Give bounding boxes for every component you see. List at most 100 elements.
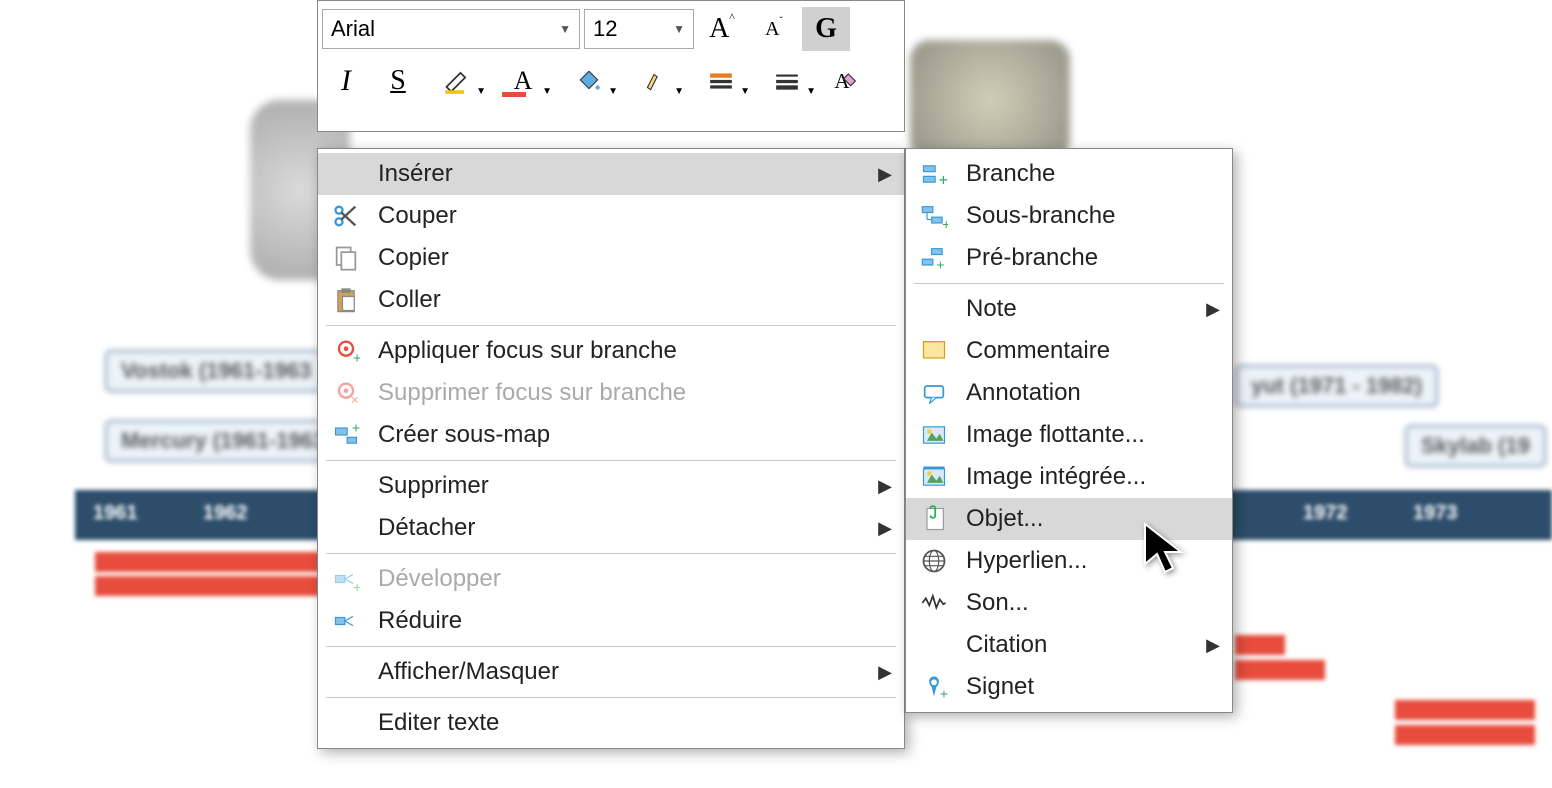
- font-size-value: 12: [593, 16, 617, 42]
- bookmark-icon: +: [914, 669, 954, 705]
- submenu-item-sous-branche[interactable]: + Sous-branche: [906, 195, 1232, 237]
- context-menu-separator: [326, 553, 896, 554]
- chevron-down-icon: ▼: [674, 86, 684, 97]
- menu-item-label: Branche: [966, 160, 1220, 188]
- context-menu-item-cr-er-sous-map[interactable]: + Créer sous-map: [318, 414, 904, 456]
- context-menu-item-ins-rer[interactable]: Insérer▶: [318, 153, 904, 195]
- blank-icon: [326, 654, 366, 690]
- svg-text:+: +: [352, 421, 360, 436]
- context-menu-item-supprimer[interactable]: Supprimer▶: [318, 465, 904, 507]
- context-menu-item-couper[interactable]: Couper: [318, 195, 904, 237]
- chevron-down-icon: ▼: [476, 86, 486, 97]
- context-menu-item-editer-texte[interactable]: Editer texte: [318, 702, 904, 744]
- italic-button[interactable]: I: [322, 59, 370, 103]
- submenu-item-son-[interactable]: Son...: [906, 582, 1232, 624]
- menu-item-label: Pré-branche: [966, 244, 1220, 272]
- menu-item-label: Image flottante...: [966, 421, 1220, 449]
- line-style-button[interactable]: ▼: [756, 59, 818, 103]
- copy-icon: [326, 240, 366, 276]
- context-menu-separator: [326, 460, 896, 461]
- chevron-right-icon: ▶: [1206, 299, 1220, 320]
- highlight-color-button[interactable]: ▼: [426, 59, 488, 103]
- context-menu-item-d-tacher[interactable]: Détacher▶: [318, 507, 904, 549]
- formatting-toolbar: Arial ▼ 12 ▼ A^ Aˇ G I S ▼ A ▼: [317, 0, 905, 132]
- subbranch-icon: +: [914, 198, 954, 234]
- underline-button[interactable]: S: [374, 59, 422, 103]
- submenu-item-image-flottante-[interactable]: Image flottante...: [906, 414, 1232, 456]
- blank-icon: [326, 705, 366, 741]
- font-size-select[interactable]: 12 ▼: [584, 9, 694, 49]
- chevron-down-icon: ▼: [673, 22, 685, 36]
- context-menu-separator: [326, 646, 896, 647]
- sound-icon: [914, 585, 954, 621]
- font-family-select[interactable]: Arial ▼: [322, 9, 580, 49]
- blank-icon: [914, 291, 954, 327]
- attachment-icon: [914, 501, 954, 537]
- context-menu-item-afficher-masquer[interactable]: Afficher/Masquer▶: [318, 651, 904, 693]
- context-menu-item-supprimer-focus-sur-branche: ×Supprimer focus sur branche: [318, 372, 904, 414]
- border-button[interactable]: ▼: [690, 59, 752, 103]
- submap-icon: +: [326, 417, 366, 453]
- branch-icon: +: [914, 156, 954, 192]
- submenu-item-note[interactable]: Note▶: [906, 288, 1232, 330]
- bold-button[interactable]: G: [802, 7, 850, 51]
- fill-color-button[interactable]: ▼: [558, 59, 620, 103]
- submenu-item-branche[interactable]: + Branche: [906, 153, 1232, 195]
- chevron-down-icon: ▼: [542, 86, 552, 97]
- decrease-font-button[interactable]: Aˇ: [750, 7, 798, 51]
- submenu-separator: [914, 283, 1224, 284]
- increase-font-button[interactable]: A^: [698, 7, 746, 51]
- menu-item-label: Copier: [378, 244, 892, 272]
- context-menu: Insérer▶ Couper Copier Coller +Appliquer foc…: [317, 148, 905, 749]
- context-menu-item-copier[interactable]: Copier: [318, 237, 904, 279]
- chevron-down-icon: ▼: [740, 86, 750, 97]
- submenu-item-citation[interactable]: Citation▶: [906, 624, 1232, 666]
- focus-apply-icon: +: [326, 333, 366, 369]
- chevron-right-icon: ▶: [878, 518, 892, 539]
- submenu-item-objet-[interactable]: Objet...: [906, 498, 1232, 540]
- submenu-item-annotation[interactable]: Annotation: [906, 372, 1232, 414]
- globe-icon: [914, 543, 954, 579]
- image-inline-icon: [914, 459, 954, 495]
- svg-text:+: +: [936, 257, 944, 272]
- font-color-button[interactable]: A ▼: [492, 59, 554, 103]
- collapse-icon: [326, 603, 366, 639]
- submenu-item-hyperlien-[interactable]: Hyperlien...: [906, 540, 1232, 582]
- image-float-icon: [914, 417, 954, 453]
- blank-icon: [326, 468, 366, 504]
- menu-item-label: Editer texte: [378, 709, 892, 737]
- submenu-item-pr-branche[interactable]: + Pré-branche: [906, 237, 1232, 279]
- menu-item-label: Développer: [378, 565, 892, 593]
- menu-item-label: Image intégrée...: [966, 463, 1220, 491]
- context-menu-item-coller[interactable]: Coller: [318, 279, 904, 321]
- blank-icon: [914, 627, 954, 663]
- submenu-item-image-int-gr-e-[interactable]: Image intégrée...: [906, 456, 1232, 498]
- chevron-down-icon: ▼: [806, 86, 816, 97]
- chevron-down-icon: ▼: [608, 86, 618, 97]
- menu-item-label: Supprimer focus sur branche: [378, 379, 892, 407]
- menu-item-label: Créer sous-map: [378, 421, 892, 449]
- menu-item-label: Sous-branche: [966, 202, 1220, 230]
- menu-item-label: Note: [966, 295, 1206, 323]
- menu-item-label: Son...: [966, 589, 1220, 617]
- context-menu-item-appliquer-focus-sur-branche[interactable]: +Appliquer focus sur branche: [318, 330, 904, 372]
- menu-item-label: Coller: [378, 286, 892, 314]
- annotation-icon: [914, 375, 954, 411]
- clear-formatting-button[interactable]: ▼: [624, 59, 686, 103]
- chevron-right-icon: ▶: [878, 476, 892, 497]
- menu-item-label: Commentaire: [966, 337, 1220, 365]
- svg-text:+: +: [940, 686, 948, 701]
- font-family-value: Arial: [331, 16, 375, 42]
- svg-text:+: +: [939, 172, 948, 188]
- chevron-right-icon: ▶: [1206, 635, 1220, 656]
- prebranch-icon: +: [914, 240, 954, 276]
- eraser-button[interactable]: A: [822, 59, 870, 103]
- scissors-icon: [326, 198, 366, 234]
- submenu-item-commentaire[interactable]: Commentaire: [906, 330, 1232, 372]
- svg-text:+: +: [942, 216, 948, 230]
- menu-item-label: Couper: [378, 202, 892, 230]
- submenu-item-signet[interactable]: +Signet: [906, 666, 1232, 708]
- svg-text:+: +: [353, 350, 360, 365]
- context-menu-item-r-duire[interactable]: Réduire: [318, 600, 904, 642]
- chevron-right-icon: ▶: [878, 662, 892, 683]
